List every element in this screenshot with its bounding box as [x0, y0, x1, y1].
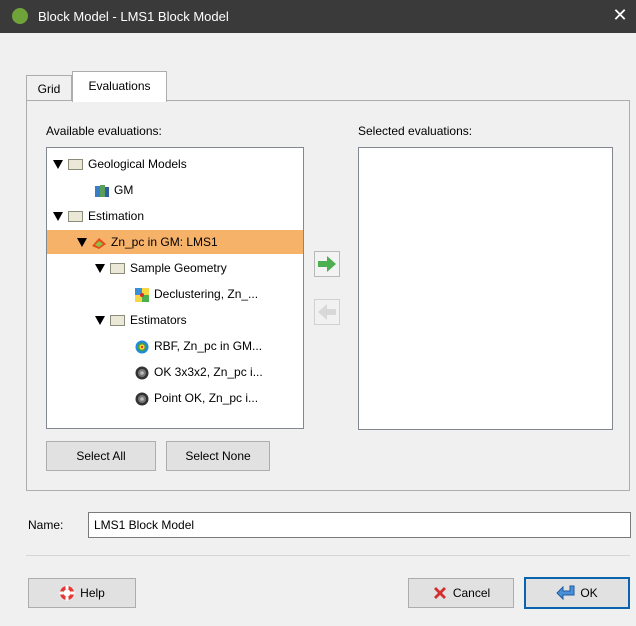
arrow-right-icon [318, 256, 336, 272]
tree-item-zn-pc[interactable]: Zn_pc in GM: LMS1 [47, 230, 303, 254]
folder-icon [68, 211, 83, 223]
kriging-icon [135, 392, 149, 406]
close-icon[interactable]: ✕ [610, 5, 630, 25]
available-evaluations-list[interactable]: Geological Models GM Estimation Zn_pc in… [46, 147, 304, 429]
name-label: Name: [28, 518, 64, 532]
expand-icon[interactable] [77, 238, 87, 248]
lifebuoy-icon [59, 585, 75, 601]
cancel-button[interactable]: Cancel [408, 578, 514, 608]
folder-icon [110, 315, 125, 327]
help-button[interactable]: Help [28, 578, 136, 608]
selected-evaluations-label: Selected evaluations: [358, 124, 473, 138]
tree-item-point-ok[interactable]: Point OK, Zn_pc i... [135, 386, 258, 410]
expand-icon[interactable] [53, 160, 63, 170]
tree-item-estimators[interactable]: Estimators [95, 308, 187, 332]
kriging-icon [135, 366, 149, 380]
geological-model-icon [95, 184, 109, 197]
folder-icon [68, 159, 83, 171]
select-all-button[interactable]: Select All [46, 441, 156, 471]
window-title: Block Model - LMS1 Block Model [38, 9, 229, 24]
tree-item-ok-3x3x2[interactable]: OK 3x3x2, Zn_pc i... [135, 360, 263, 384]
selected-evaluations-list[interactable] [358, 147, 613, 430]
folder-icon [110, 263, 125, 275]
tree-item-geological-models[interactable]: Geological Models [53, 152, 187, 176]
declustering-icon [135, 287, 149, 302]
enter-arrow-icon [556, 585, 575, 601]
tab-evaluations[interactable]: Evaluations [72, 71, 167, 102]
rbf-icon [135, 340, 149, 354]
tree-item-declustering[interactable]: Declustering, Zn_... [135, 282, 258, 306]
tree-item-estimation[interactable]: Estimation [53, 204, 144, 228]
tree-item-sample-geometry[interactable]: Sample Geometry [95, 256, 227, 280]
arrow-left-icon [318, 304, 336, 320]
available-evaluations-label: Available evaluations: [46, 124, 162, 138]
select-none-button[interactable]: Select None [166, 441, 270, 471]
add-evaluation-button[interactable] [314, 251, 340, 277]
cancel-x-icon [433, 587, 446, 599]
ok-button[interactable]: OK [524, 577, 630, 609]
tab-grid[interactable]: Grid [26, 75, 72, 101]
expand-icon[interactable] [95, 264, 105, 274]
estimation-icon [92, 237, 106, 249]
tree-item-rbf[interactable]: RBF, Zn_pc in GM... [135, 334, 262, 358]
expand-icon[interactable] [53, 212, 63, 222]
title-bar: Block Model - LMS1 Block Model ✕ [0, 0, 636, 33]
tree-item-gm[interactable]: GM [95, 178, 133, 202]
app-icon [12, 8, 28, 24]
name-field[interactable]: LMS1 Block Model [88, 512, 631, 538]
divider [26, 555, 630, 556]
expand-icon[interactable] [95, 316, 105, 326]
remove-evaluation-button[interactable] [314, 299, 340, 325]
